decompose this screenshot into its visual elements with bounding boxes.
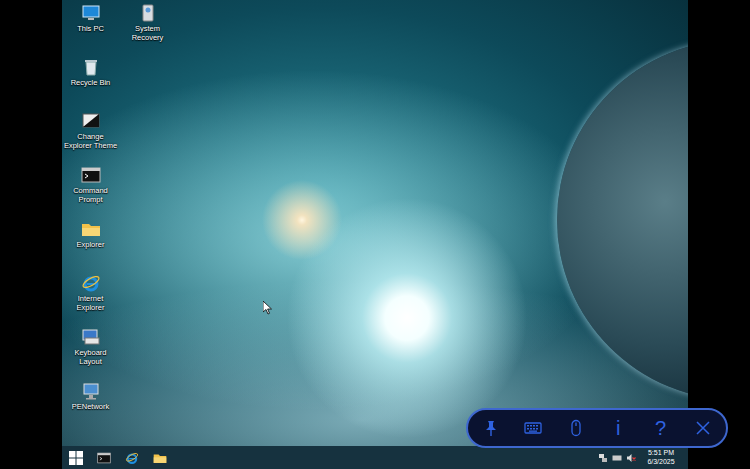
pin-button[interactable] — [471, 412, 511, 444]
recycle-icon — [81, 57, 101, 77]
pc-icon — [81, 3, 101, 23]
desktop-icon-label: Command Prompt — [62, 187, 119, 204]
desktop-icon-label: Keyboard Layout — [62, 349, 119, 366]
clock-time: 5:51 PM — [642, 449, 680, 458]
screen: This PC Recycle Bin Change Explorer Theme C… — [62, 0, 688, 469]
theme-icon — [81, 111, 101, 131]
ie-icon — [125, 451, 139, 465]
keyboard-icon — [612, 453, 622, 463]
desktop-icon[interactable]: Command Prompt — [62, 165, 119, 219]
text-button[interactable]: ? — [640, 412, 680, 444]
floating-toolbar: i? — [466, 408, 728, 448]
network-icon — [598, 453, 608, 463]
cursor-icon — [263, 301, 272, 315]
desktop-icon[interactable]: Keyboard Layout — [62, 327, 119, 381]
desktop-icon[interactable]: PENetwork — [62, 381, 119, 435]
keyboard-icon — [81, 327, 101, 347]
taskbar: 5:51 PM6/3/2025 — [62, 446, 688, 469]
taskbar-app[interactable] — [90, 446, 118, 469]
pin-icon — [482, 419, 500, 437]
close-icon — [694, 419, 712, 437]
text-button[interactable]: i — [598, 412, 638, 444]
desktop-icon-label: Recycle Bin — [70, 79, 112, 88]
folder-icon — [81, 219, 101, 239]
start-icon — [69, 451, 83, 465]
desktop-icon-label: Explorer — [76, 241, 106, 250]
desktop-icon[interactable]: System Recovery — [119, 3, 176, 57]
tray-icon[interactable] — [596, 453, 610, 463]
desktop-icon[interactable]: This PC — [62, 3, 119, 57]
toolbar-glyph: i — [616, 418, 620, 438]
mouse-button[interactable] — [556, 412, 596, 444]
start-button[interactable] — [62, 446, 90, 469]
tray-icon[interactable] — [610, 453, 624, 463]
network-icon — [81, 381, 101, 401]
desktop[interactable]: This PC Recycle Bin Change Explorer Theme C… — [62, 0, 688, 446]
desktop-icon[interactable]: Recycle Bin — [62, 57, 119, 111]
desktop-icons: This PC Recycle Bin Change Explorer Theme C… — [62, 0, 688, 435]
desktop-icon-label: PENetwork — [71, 403, 111, 412]
keyboard-button[interactable] — [513, 412, 553, 444]
folder-icon — [153, 451, 167, 465]
system-tray: 5:51 PM6/3/2025 — [596, 449, 688, 467]
toolbar-glyph: ? — [655, 418, 666, 438]
desktop-icon[interactable]: Change Explorer Theme — [62, 111, 119, 165]
desktop-icon-label: Internet Explorer — [62, 295, 119, 312]
clock-date: 6/3/2025 — [642, 458, 680, 467]
clock[interactable]: 5:51 PM6/3/2025 — [642, 449, 680, 467]
mouse-icon — [567, 419, 585, 437]
desktop-icon[interactable]: Explorer — [62, 219, 119, 273]
tray-icon[interactable] — [624, 453, 638, 463]
close-button[interactable] — [683, 412, 723, 444]
ie-icon — [81, 273, 101, 293]
keyboard-icon — [524, 419, 542, 437]
cmd-icon — [97, 451, 111, 465]
volume-icon — [626, 453, 636, 463]
desktop-icon[interactable]: Internet Explorer — [62, 273, 119, 327]
recovery-icon — [138, 3, 158, 23]
taskbar-app[interactable] — [146, 446, 174, 469]
desktop-icon-label: Change Explorer Theme — [62, 133, 119, 150]
taskbar-app[interactable] — [118, 446, 146, 469]
desktop-icon-label: This PC — [76, 25, 105, 34]
desktop-icon-label: System Recovery — [119, 25, 176, 42]
wallpaper-planet — [557, 40, 688, 400]
cmd-icon — [81, 165, 101, 185]
